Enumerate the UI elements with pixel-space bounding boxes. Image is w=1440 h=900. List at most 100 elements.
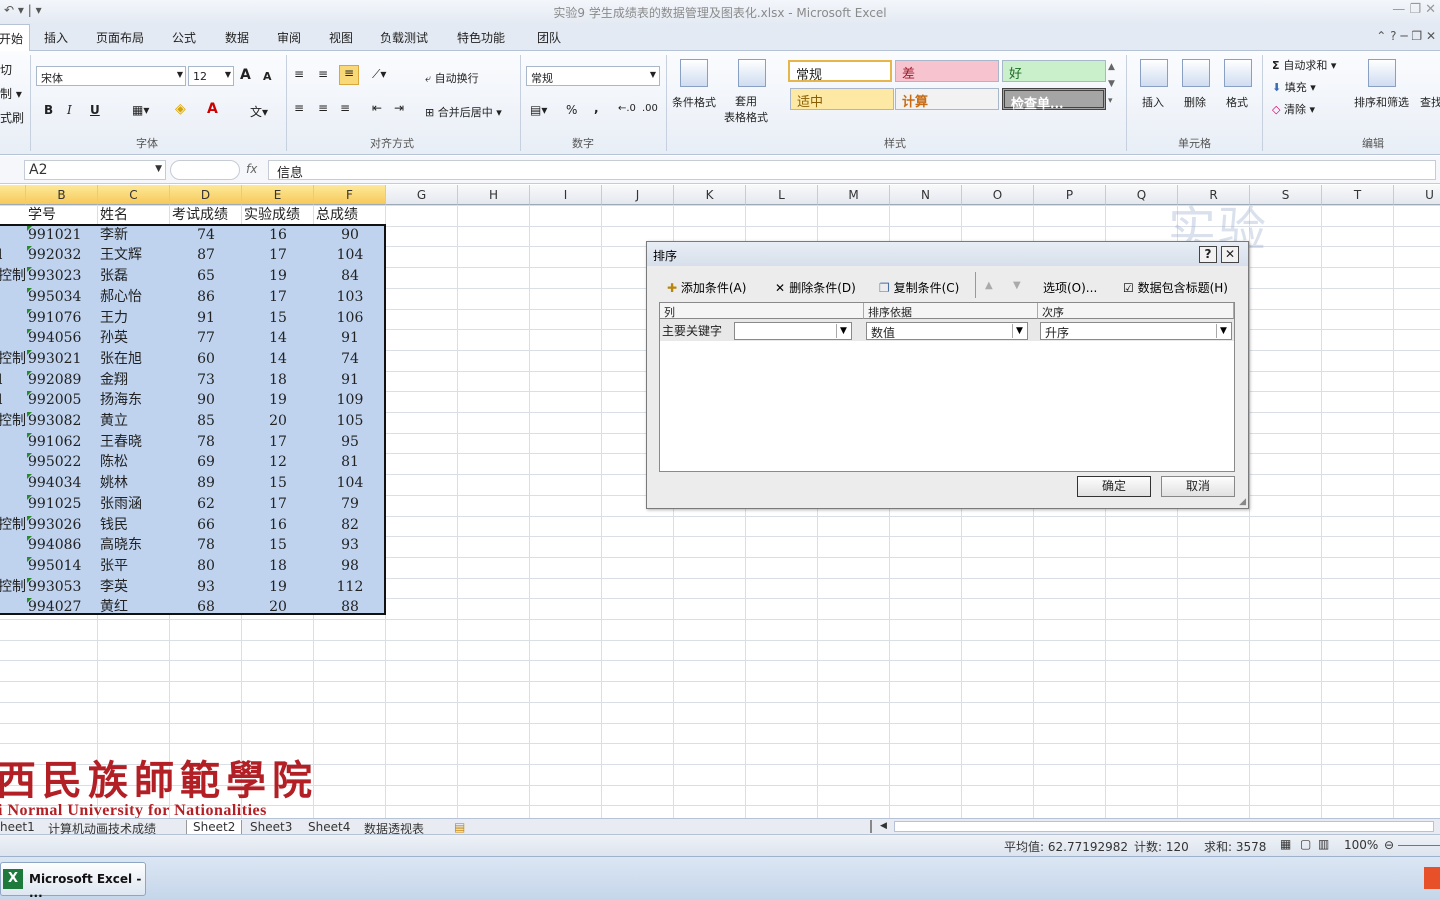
align-center-icon[interactable]: ≡	[318, 101, 328, 115]
table-header-cell[interactable]: 实验成绩	[244, 205, 300, 225]
cell-exam-score[interactable]: 85	[170, 411, 242, 431]
column-select[interactable]: ▼	[734, 322, 852, 340]
column-header[interactable]: G	[386, 185, 458, 205]
cell-student-id[interactable]: 991021	[28, 225, 81, 245]
tab-data[interactable]: 数据	[225, 29, 249, 46]
tab-page-layout[interactable]: 页面布局	[96, 29, 144, 46]
cell-lab-score[interactable]: 17	[242, 287, 314, 307]
cell-student-id[interactable]: 992089	[28, 370, 81, 390]
table-header-cell[interactable]: 学号	[28, 205, 56, 225]
name-box[interactable]: A2 ▼	[24, 160, 166, 180]
cell-class[interactable]: l	[0, 370, 24, 390]
percent-button[interactable]: %	[566, 103, 577, 117]
autosum-button[interactable]: Σ 自动求和 ▾	[1272, 57, 1336, 73]
cell-name[interactable]: 张雨涵	[100, 494, 142, 514]
cell-exam-score[interactable]: 86	[170, 287, 242, 307]
cell-exam-score[interactable]: 89	[170, 473, 242, 493]
cell-class[interactable]: 控制	[0, 349, 26, 369]
column-header[interactable]: T	[1322, 185, 1394, 205]
cell-student-id[interactable]: 993023	[28, 266, 81, 286]
cell-class[interactable]	[0, 308, 24, 328]
column-header[interactable]: B	[26, 185, 98, 205]
cell-class[interactable]: 控制	[0, 411, 26, 431]
horizontal-scrollbar[interactable]	[894, 821, 1434, 832]
cell-total-score[interactable]: 95	[314, 432, 386, 452]
clear-button[interactable]: ◇ 清除 ▾	[1272, 101, 1315, 117]
cell-student-id[interactable]: 992005	[28, 390, 81, 410]
resize-grip-icon[interactable]: ◢	[1239, 497, 1246, 507]
delete-cells-icon[interactable]	[1182, 59, 1210, 87]
ribbon-minimize-controls[interactable]: ⌃ ? ─ ❐ ✕	[1376, 29, 1436, 43]
cell-name[interactable]: 黄立	[100, 411, 128, 431]
sheet-tab[interactable]: Sheet4	[308, 820, 350, 834]
cell-name[interactable]: 郝心怡	[100, 287, 142, 307]
sort-filter-icon[interactable]	[1368, 59, 1396, 87]
cell-exam-score[interactable]: 78	[170, 432, 242, 452]
cell-student-id[interactable]: 995014	[28, 556, 81, 576]
conditional-format-button[interactable]: 条件格式	[672, 94, 716, 110]
column-header[interactable]: K	[674, 185, 746, 205]
column-header[interactable]: P	[1034, 185, 1106, 205]
fill-button[interactable]: ⬇ 填充 ▾	[1272, 79, 1316, 95]
cell-class[interactable]	[0, 287, 24, 307]
phonetic-icon[interactable]: 文▾	[250, 103, 268, 120]
cell-class[interactable]: l	[0, 390, 24, 410]
zoom-out-icon[interactable]: ⊖	[1384, 838, 1394, 852]
table-header-cell[interactable]: 姓名	[100, 205, 128, 225]
cell-class[interactable]	[0, 225, 24, 245]
cell-class[interactable]	[0, 432, 24, 452]
conditional-format-icon[interactable]	[680, 59, 708, 87]
has-headers-checkbox[interactable]: ☑ 数据包含标题(H)	[1123, 279, 1228, 296]
format-cells-button[interactable]: 格式	[1226, 94, 1248, 110]
font-size-combo[interactable]: 12 ▼	[188, 66, 234, 86]
tray-app-icon[interactable]	[1424, 867, 1440, 889]
cell-student-id[interactable]: 995022	[28, 452, 81, 472]
cell-lab-score[interactable]: 14	[242, 328, 314, 348]
table-format-icon[interactable]	[738, 59, 766, 87]
comma-button[interactable]: ,	[594, 101, 599, 115]
cell-lab-score[interactable]: 16	[242, 515, 314, 535]
cell-total-score[interactable]: 84	[314, 266, 386, 286]
formula-input[interactable]: 信息	[268, 160, 1436, 181]
format-cells-icon[interactable]	[1224, 59, 1252, 87]
cell-total-score[interactable]: 105	[314, 411, 386, 431]
cell-student-id[interactable]: 994027	[28, 597, 81, 617]
cell-total-score[interactable]: 106	[314, 308, 386, 328]
cell-lab-score[interactable]: 18	[242, 556, 314, 576]
options-button[interactable]: 选项(O)...	[1043, 279, 1097, 296]
cell-name[interactable]: 高晓东	[100, 535, 142, 555]
cell-exam-score[interactable]: 73	[170, 370, 242, 390]
indent-increase-icon[interactable]: ⇥	[394, 101, 404, 115]
zoom-level[interactable]: 100%	[1344, 838, 1378, 852]
cell-exam-score[interactable]: 77	[170, 328, 242, 348]
cell-class[interactable]: l	[0, 245, 24, 265]
cell-lab-score[interactable]: 15	[242, 535, 314, 555]
cell-lab-score[interactable]: 15	[242, 308, 314, 328]
tab-insert[interactable]: 插入	[44, 29, 68, 46]
copy-level-button[interactable]: ❐ 复制条件(C)	[879, 279, 959, 296]
align-left-icon[interactable]: ≡	[294, 101, 304, 115]
close-button[interactable]: ✕	[1221, 246, 1239, 263]
cell-exam-score[interactable]: 68	[170, 597, 242, 617]
fill-color-icon[interactable]: ◈	[175, 101, 186, 117]
table-header-cell[interactable]: 总成绩	[316, 205, 358, 225]
cell-student-id[interactable]: 994086	[28, 535, 81, 555]
cell-exam-score[interactable]: 90	[170, 390, 242, 410]
font-name-combo[interactable]: 宋体 ▼	[36, 66, 186, 86]
font-color-icon[interactable]: A	[207, 101, 218, 117]
cell-lab-score[interactable]: 15	[242, 473, 314, 493]
cell-student-id[interactable]: 993082	[28, 411, 81, 431]
increase-decimal-icon[interactable]: ←.0	[618, 103, 636, 114]
cell-exam-score[interactable]: 66	[170, 515, 242, 535]
cell-student-id[interactable]: 991076	[28, 308, 81, 328]
merge-center-button[interactable]: ⊞ 合并后居中 ▾	[425, 104, 502, 120]
cell-name[interactable]: 张平	[100, 556, 128, 576]
sort-on-select[interactable]: 数值 ▼	[866, 322, 1028, 340]
cell-total-score[interactable]: 90	[314, 225, 386, 245]
cell-student-id[interactable]: 993053	[28, 577, 81, 597]
tab-team[interactable]: 团队	[537, 29, 561, 46]
currency-icon[interactable]: ▤▾	[530, 103, 547, 117]
cell-lab-score[interactable]: 20	[242, 411, 314, 431]
cell-lab-score[interactable]: 19	[242, 390, 314, 410]
cell-total-score[interactable]: 103	[314, 287, 386, 307]
